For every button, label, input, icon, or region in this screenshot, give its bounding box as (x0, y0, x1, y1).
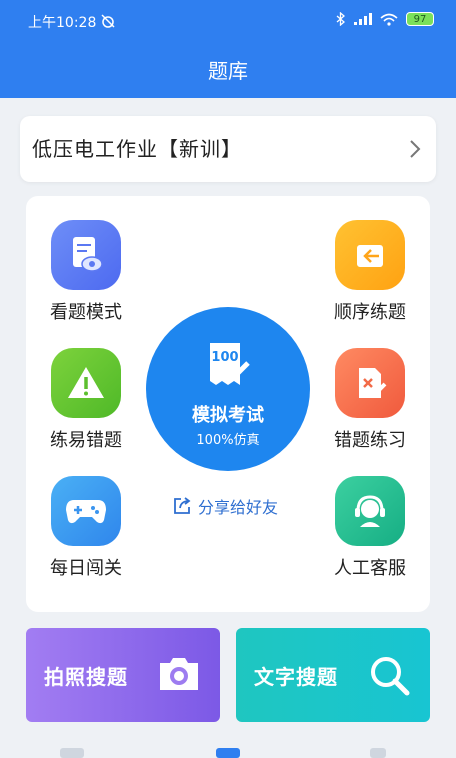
wrong-practice-button[interactable]: 错题练习 (315, 348, 425, 452)
bluetooth-icon (336, 12, 345, 26)
status-time: 上午10:28 (28, 15, 97, 31)
mock-exam-subtitle: 100%仿真 (196, 433, 260, 448)
daily-challenge-button[interactable]: 每日闯关 (31, 476, 141, 580)
order-practice-button[interactable]: 顺序练题 (315, 220, 425, 324)
view-mode-button[interactable]: 看题模式 (31, 220, 141, 324)
wrong-practice-label: 错题练习 (334, 430, 406, 451)
share-button[interactable]: 分享给好友 (172, 494, 278, 518)
warning-icon (51, 348, 121, 418)
subject-label: 低压电工作业【新训】 (32, 137, 242, 161)
tab-home[interactable] (60, 748, 84, 758)
customer-service-label: 人工客服 (334, 558, 406, 579)
text-search-label: 文字搜题 (254, 665, 338, 689)
edit-cross-icon (335, 348, 405, 418)
mock-exam-title: 模拟考试 (192, 405, 264, 426)
feature-panel: 看题模式 顺序练题 练易错题 错题练习 每日闯关 人工客服 100 模拟考试 1… (26, 196, 430, 612)
order-practice-label: 顺序练题 (334, 302, 406, 323)
exam-paper-icon: 100 (210, 343, 250, 385)
share-icon (174, 497, 191, 514)
photo-search-label: 拍照搜题 (44, 665, 128, 689)
headset-icon (335, 476, 405, 546)
signal-icon (354, 13, 372, 25)
customer-service-button[interactable]: 人工客服 (315, 476, 425, 580)
exam-badge: 100 (211, 350, 238, 365)
status-bar: 上午10:28 97 (0, 0, 456, 44)
mock-exam-button[interactable]: 100 模拟考试 100%仿真 (146, 307, 310, 471)
status-icons: 97 (336, 12, 434, 26)
text-search-button[interactable]: 文字搜题 (236, 628, 430, 722)
alarm-off-icon (101, 14, 115, 28)
wifi-icon (380, 13, 398, 26)
camera-icon (160, 658, 198, 690)
eye-document-icon (51, 220, 121, 290)
gamepad-icon (51, 476, 121, 546)
magnifier-icon (371, 657, 410, 696)
easy-wrong-button[interactable]: 练易错题 (31, 348, 141, 452)
subject-selector[interactable]: 低压电工作业【新训】 (20, 116, 436, 182)
view-mode-label: 看题模式 (50, 302, 122, 323)
photo-search-button[interactable]: 拍照搜题 (26, 628, 220, 722)
tab-profile[interactable] (370, 748, 386, 758)
chevron-right-icon (410, 140, 421, 158)
tab-question-bank[interactable] (216, 748, 240, 758)
daily-challenge-label: 每日闯关 (50, 558, 122, 579)
battery-icon: 97 (406, 12, 434, 26)
share-label: 分享给好友 (198, 498, 279, 517)
easy-wrong-label: 练易错题 (50, 430, 122, 451)
page-title: 题库 (0, 44, 456, 98)
login-arrow-icon (335, 220, 405, 290)
